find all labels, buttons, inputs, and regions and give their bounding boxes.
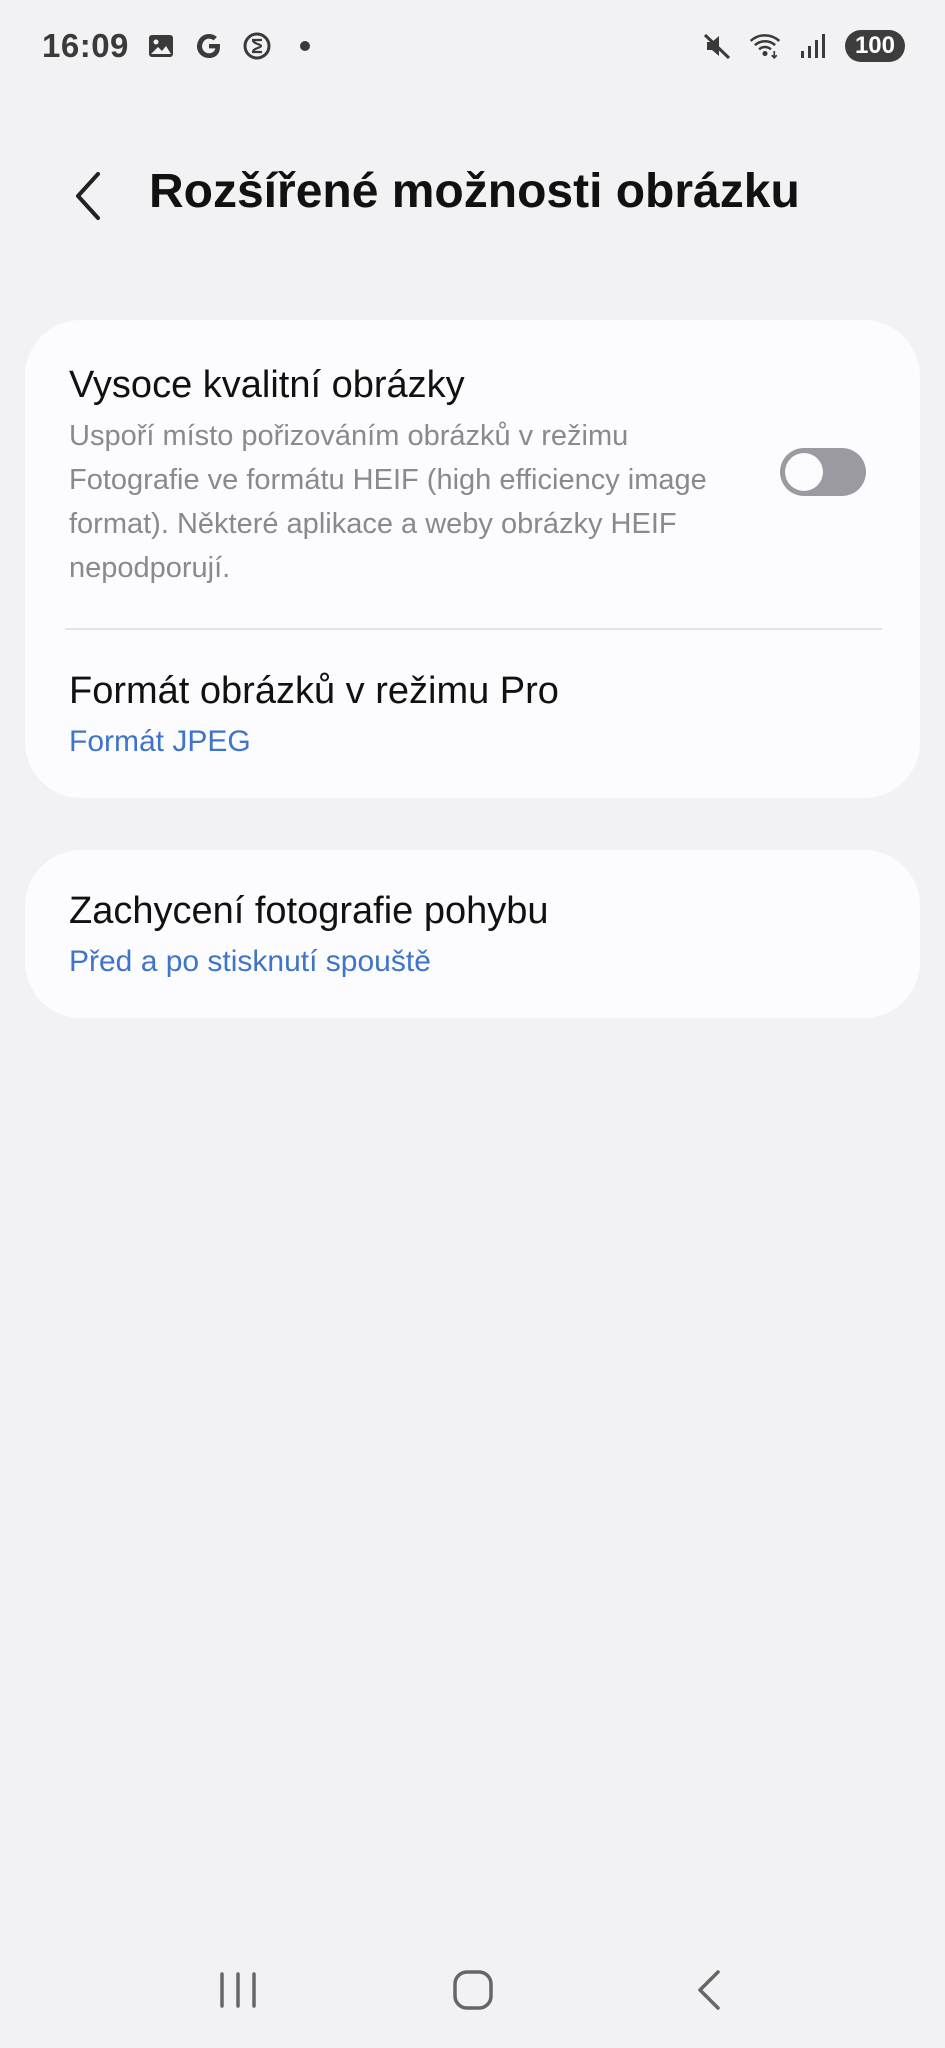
divider <box>65 628 882 630</box>
status-bar-right: 100 <box>701 30 905 62</box>
setting-value: Před a po stisknutí spouště <box>69 945 431 978</box>
setting-pro-mode-format[interactable]: Formát obrázků v režimu Pro Formát JPEG <box>69 668 880 762</box>
setting-title: Zachycení fotografie pohybu <box>69 890 549 932</box>
google-icon <box>193 30 225 62</box>
status-time: 16:09 <box>42 27 129 64</box>
mute-icon <box>701 30 733 62</box>
dot-icon <box>289 30 321 62</box>
gallery-icon <box>145 30 177 62</box>
setting-high-quality-images[interactable]: Vysoce kvalitní obrázky Uspoří místo poř… <box>69 362 880 590</box>
signal-icon <box>797 30 829 62</box>
digital-wellbeing-icon <box>241 30 273 62</box>
home-button[interactable] <box>428 1950 518 2030</box>
setting-title: Formát obrázků v režimu Pro <box>69 670 559 712</box>
setting-motion-photo-capture[interactable]: Zachycení fotografie pohybu Před a po st… <box>69 888 880 982</box>
battery-indicator: 100 <box>844 30 905 62</box>
app-header: Rozšířené možnosti obrázku <box>0 150 945 240</box>
home-icon <box>452 1970 493 2010</box>
high-quality-images-toggle[interactable] <box>780 448 866 496</box>
settings-card-motion-photo: Zachycení fotografie pohybu Před a po st… <box>25 850 920 1018</box>
wifi-icon <box>749 30 781 62</box>
page-title: Rozšířené možnosti obrázku <box>149 165 800 218</box>
nav-back-button[interactable] <box>663 1950 753 2030</box>
back-icon <box>697 1970 720 2010</box>
navigation-bar <box>0 1940 945 2040</box>
status-bar-left: 16:09 <box>42 27 321 65</box>
settings-card-image-format: Vysoce kvalitní obrázky Uspoří místo poř… <box>25 320 920 798</box>
recents-icon <box>219 1972 256 2008</box>
setting-value: Formát JPEG <box>69 725 251 758</box>
chevron-left-icon <box>76 172 100 220</box>
recents-button[interactable] <box>193 1950 283 2030</box>
back-button[interactable] <box>62 168 114 224</box>
setting-title: Vysoce kvalitní obrázky <box>69 364 465 406</box>
toggle-knob <box>785 453 823 491</box>
status-bar: 16:09 100 <box>0 0 945 92</box>
setting-description: Uspoří místo pořizováním obrázků v režim… <box>69 420 707 584</box>
